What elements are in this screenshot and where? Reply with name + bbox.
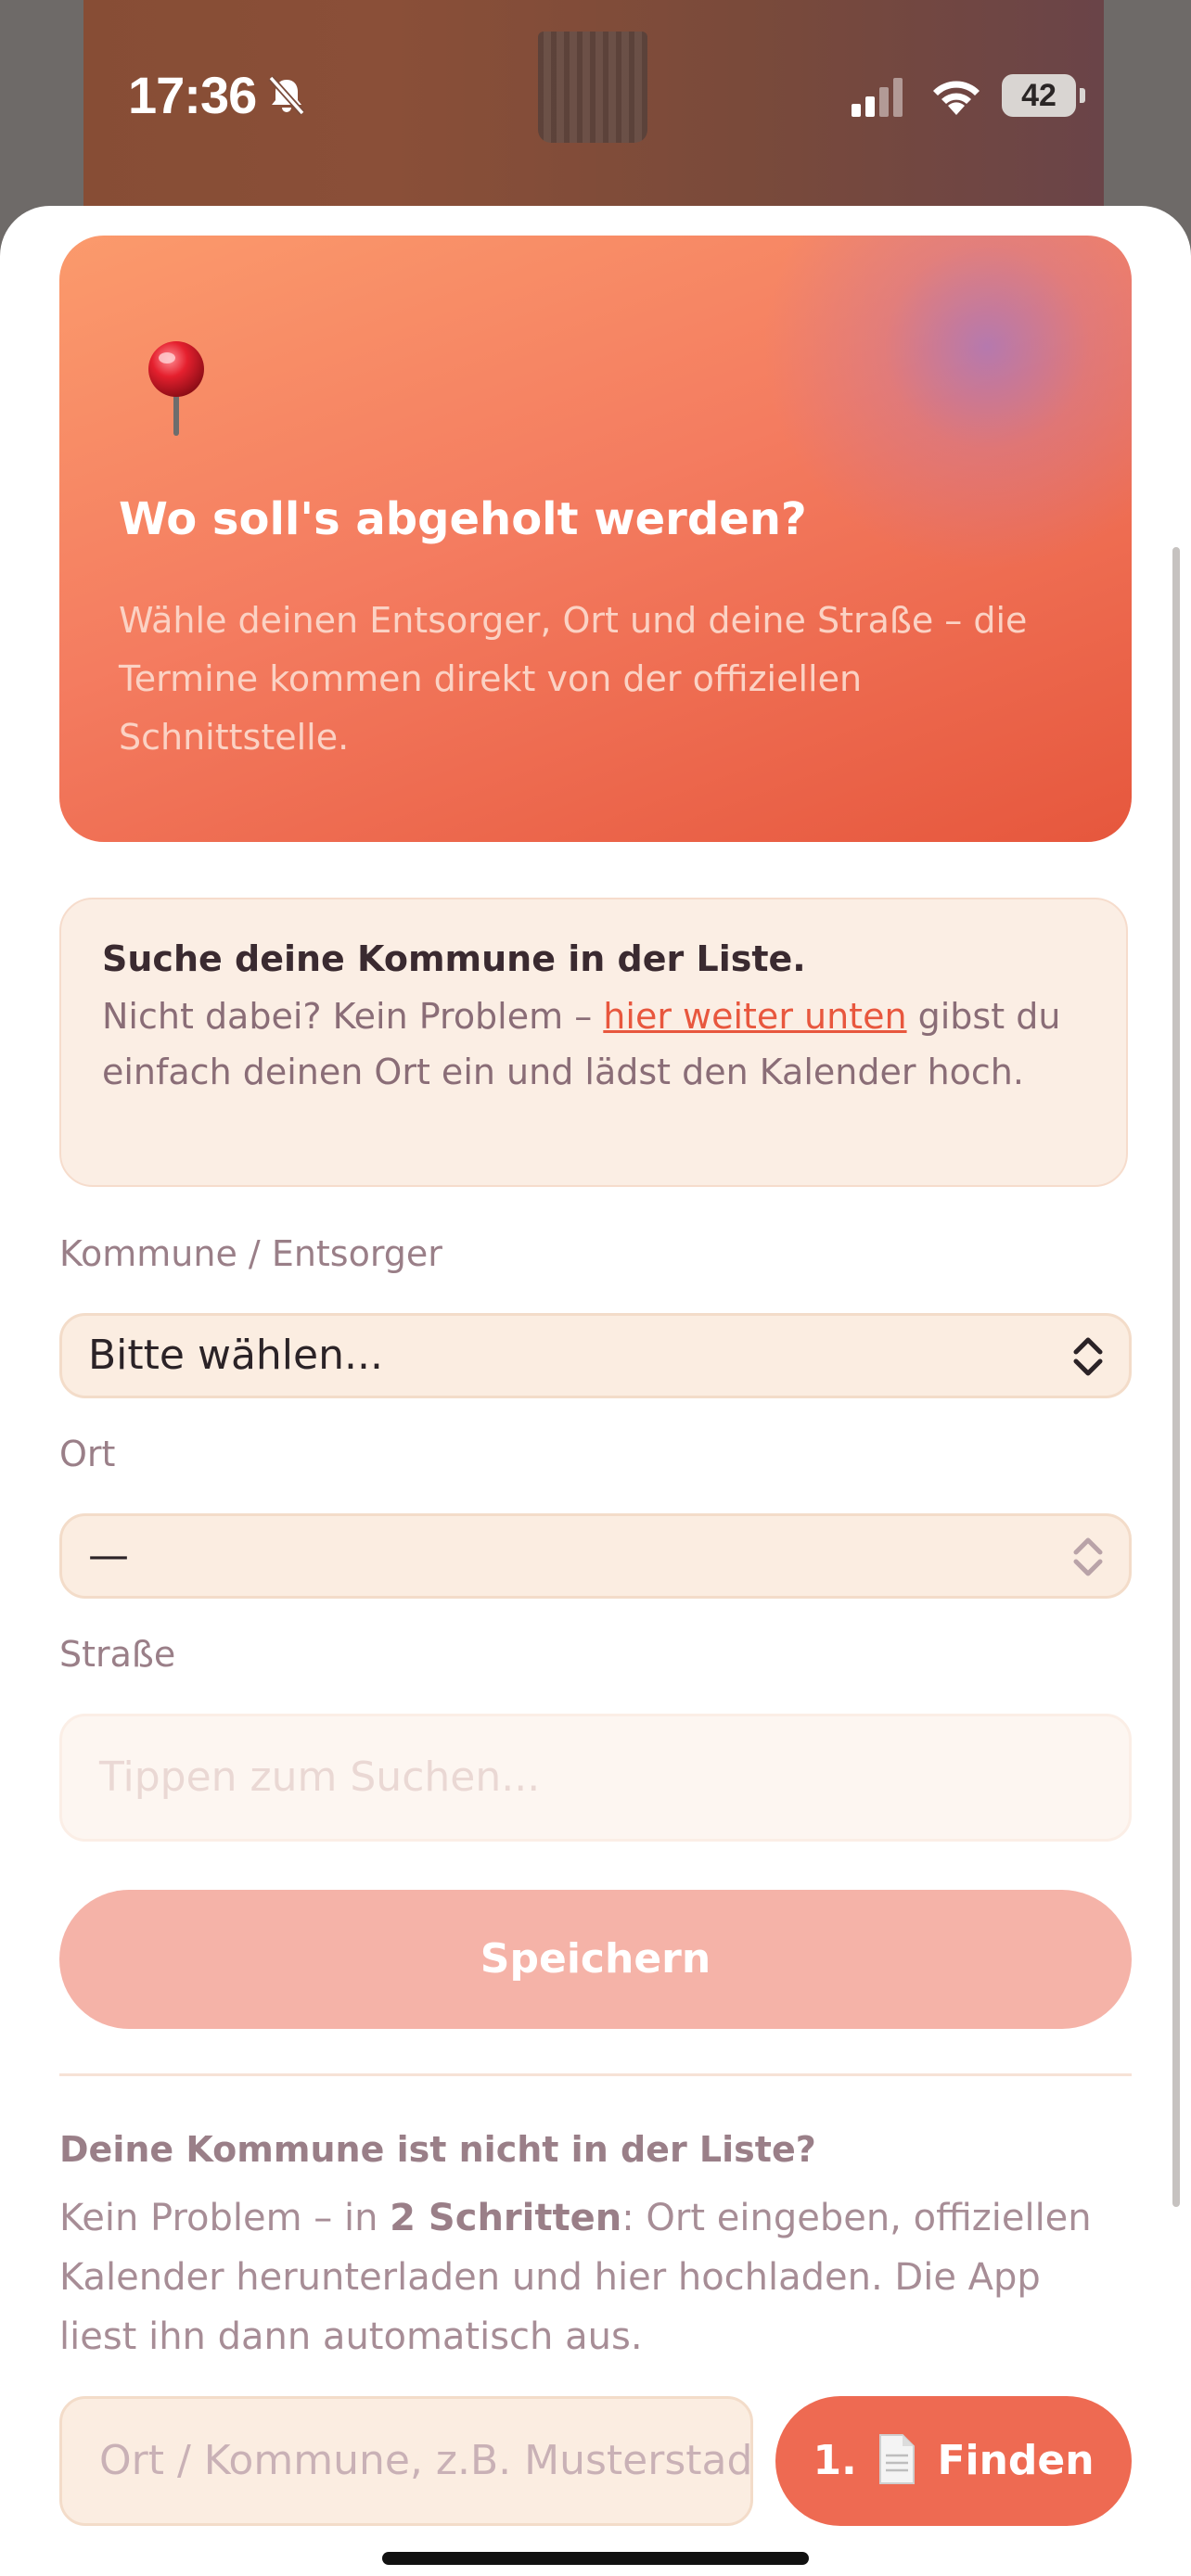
alternative-title: Deine Kommune ist nicht in der Liste? [59,2129,816,2170]
kommune-select-value: Bitte wählen... [88,1332,383,1379]
home-indicator[interactable] [382,2552,809,2565]
info-text-start: Nicht dabei? Kein Problem – [102,996,604,1037]
setup-sheet: Wo soll's abgeholt werden? Wähle deinen … [0,206,1191,2576]
document-icon [879,2434,916,2484]
find-button[interactable]: 1. Finden [775,2396,1132,2526]
hero-subtitle: Wähle deinen Entsorger, Ort und deine St… [119,600,1028,758]
info-card: Suche deine Kommune in der Liste. Nicht … [59,898,1128,1187]
ort-label: Ort [59,1434,116,1474]
strasse-input[interactable]: Tippen zum Suchen... [59,1714,1132,1842]
status-bar: 17:36 42 [0,0,1191,195]
hero-title: Wo soll's abgeholt werden? [119,493,807,545]
signal-icon [852,78,903,117]
find-step-number: 1. [813,2437,857,2484]
chevron-updown-icon [1073,1537,1103,1576]
scroll-down-link[interactable]: hier weiter unten [603,996,906,1037]
info-title: Suche deine Kommune in der Liste. [102,938,806,979]
section-divider [59,2073,1132,2076]
alternative-text-start: Kein Problem – in [59,2197,391,2239]
find-label: Finden [937,2437,1095,2484]
city-search-placeholder: Ort / Kommune, z.B. Musterstadt [99,2437,753,2484]
chevron-updown-icon [1073,1337,1103,1376]
info-text: Nicht dabei? Kein Problem – hier weiter … [102,988,1095,1100]
ort-select-value: — [88,1532,129,1579]
pushpin-icon [148,341,204,436]
bell-slash-icon [268,75,305,116]
ort-select[interactable]: — [59,1513,1132,1599]
alternative-text-bold: 2 Schritten [390,2197,622,2239]
hero-card: Wo soll's abgeholt werden? Wähle deinen … [59,236,1132,842]
alternative-text: Kein Problem – in 2 Schritten: Ort einge… [59,2188,1126,2366]
save-button[interactable]: Speichern [59,1890,1132,2029]
status-time: 17:36 [128,66,257,124]
city-search-input[interactable]: Ort / Kommune, z.B. Musterstadt [59,2396,753,2526]
kommune-select[interactable]: Bitte wählen... [59,1313,1132,1398]
wifi-icon [933,81,980,115]
strasse-placeholder: Tippen zum Suchen... [99,1753,541,1801]
battery-level: 42 [1021,78,1057,113]
scrollbar[interactable] [1172,547,1180,2207]
kommune-label: Kommune / Entsorger [59,1233,442,1274]
battery-icon: 42 [1002,74,1085,117]
strasse-label: Straße [59,1634,176,1675]
